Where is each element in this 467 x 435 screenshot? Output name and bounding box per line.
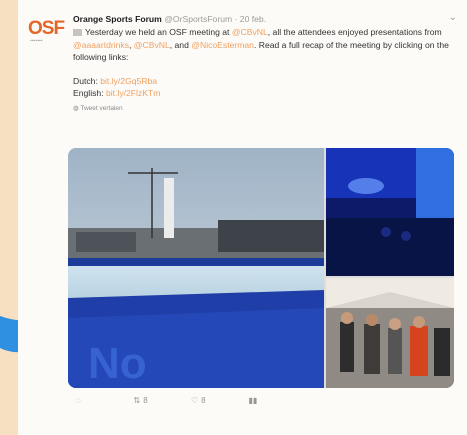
flag-icon [73,29,82,37]
mention-link[interactable]: @NicoEsterman [191,40,254,50]
attendees-tent-photo[interactable] [326,278,454,388]
mention-link[interactable]: @CBvNL [232,27,268,37]
skating-rink-photo[interactable]: No [68,148,324,388]
tweet-body: Yesterday we held an OSF meeting at @CBv… [73,26,453,64]
author-name[interactable]: Orange Sports Forum [73,14,162,24]
english-link[interactable]: bit.ly/2FlzKTm [106,88,160,98]
dutch-label: Dutch: [73,75,98,86]
body-mid: , all the attendees enjoyed presentation… [267,27,442,37]
mention-link[interactable]: @CBvNL [134,40,170,50]
body-sep: , and [169,39,189,50]
tweet-links: Dutch: bit.ly/2Gq5Rba English: bit.ly/2F… [73,75,453,100]
dutch-link[interactable]: bit.ly/2Gq5Rba [100,76,157,86]
tweet-header: Orange Sports Forum @OrSportsForum · 20 … [73,14,453,24]
separator-dot: · [234,14,238,24]
media-grid: No [68,148,454,388]
osf-logo: OSF [28,18,65,39]
like-button[interactable]: ♡ 8 [191,396,249,405]
tweet-time[interactable]: 20 feb. [240,14,266,24]
reply-icon: ◌ [76,396,81,405]
reply-button[interactable]: ◌ [76,396,134,405]
translate-label: Tweet vertalen [80,104,123,112]
analytics-button[interactable]: ▮▮ [249,396,307,405]
analytics-icon: ▮▮ [248,396,258,405]
like-count: 8 [201,396,206,405]
english-label: English: [73,88,104,98]
blue-lit-room-photo[interactable] [326,148,454,276]
chevron-down-icon[interactable]: ⌄ [449,12,457,23]
heart-icon: ♡ [191,396,199,405]
author-handle[interactable]: @OrSportsForum [164,14,232,24]
body-prefix: Yesterday we held an OSF meeting at [85,27,230,37]
tweet-card: OSF ▪▪▪▪▪▪▪ ⌄ Orange Sports Forum @OrSpo… [18,0,467,435]
svg-text:No: No [88,339,147,388]
tweet-actions: ◌ ⇅ 8 ♡ 8 ▮▮ [76,396,306,405]
retweet-icon: ⇅ [133,396,141,405]
retweet-button[interactable]: ⇅ 8 [134,396,192,405]
globe-icon: ◍ [73,104,79,112]
logo-tagline-mark: ▪▪▪▪▪▪▪ [30,38,43,44]
retweet-count: 8 [143,396,148,405]
tweet-content: ⌄ Orange Sports Forum @OrSportsForum · 2… [73,12,457,112]
mention-link[interactable]: @aaaartdrinks [73,40,129,50]
translate-tweet-link[interactable]: ◍ Tweet vertalen [73,104,453,112]
body-sep: , [129,39,132,50]
